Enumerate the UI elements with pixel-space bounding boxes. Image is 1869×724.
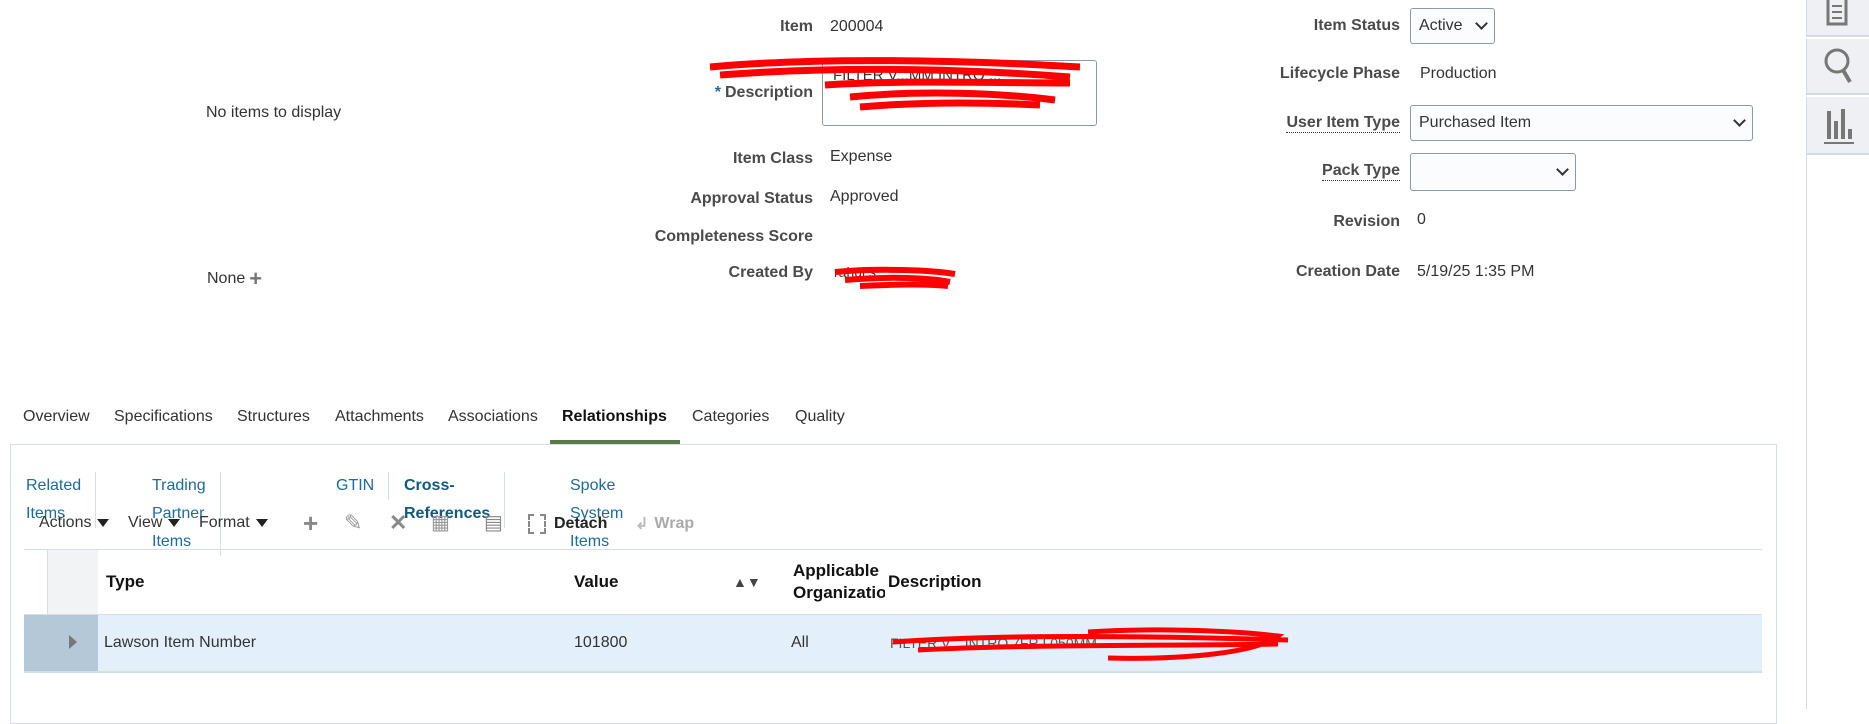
tab-specifications[interactable]: Specifications bbox=[114, 408, 213, 426]
none-label: None bbox=[207, 270, 246, 287]
format-menu[interactable]: Format bbox=[199, 514, 268, 532]
revision-value: 0 bbox=[1417, 211, 1426, 228]
dropdown-icon bbox=[97, 519, 110, 527]
add-icon[interactable]: + bbox=[249, 268, 262, 290]
creation-date-value: 5/19/25 1:35 PM bbox=[1417, 263, 1535, 280]
chart-icon[interactable] bbox=[1806, 97, 1869, 155]
column-header-type[interactable]: Type bbox=[98, 550, 566, 614]
actions-menu[interactable]: Actions bbox=[39, 514, 110, 532]
item-class-label: Item Class bbox=[732, 150, 813, 167]
edit-icon[interactable]: ✎ bbox=[344, 510, 362, 536]
dropdown-icon bbox=[255, 519, 268, 527]
column-header-value[interactable]: Value bbox=[566, 550, 726, 614]
tab-attachments[interactable]: Attachments bbox=[335, 408, 424, 426]
item-value: 200004 bbox=[830, 18, 884, 35]
cell-org: All bbox=[791, 634, 809, 651]
chevron-down-icon bbox=[1733, 114, 1746, 127]
no-items-text: No items to display bbox=[206, 104, 342, 121]
item-status-select[interactable]: Active bbox=[1410, 8, 1495, 44]
item-label: Item bbox=[780, 18, 813, 35]
detach-icon bbox=[528, 514, 546, 534]
column-header-applicable-organization[interactable]: ApplicableOrganization bbox=[785, 550, 885, 614]
add-icon[interactable]: + bbox=[303, 508, 318, 539]
user-item-type-label: User Item Type bbox=[1286, 114, 1400, 133]
user-item-type-select[interactable]: Purchased Item bbox=[1410, 105, 1753, 141]
pack-type-label: Pack Type bbox=[1322, 162, 1400, 181]
redaction-scribble bbox=[834, 266, 956, 289]
none-add: None + bbox=[207, 268, 262, 290]
sort-icon[interactable]: ▲▼ bbox=[733, 574, 761, 590]
dropdown-icon bbox=[168, 519, 181, 527]
tab-associations[interactable]: Associations bbox=[448, 408, 538, 426]
pack-type-select[interactable] bbox=[1410, 153, 1576, 191]
view-menu[interactable]: View bbox=[128, 514, 181, 532]
wrap-icon: ↲ bbox=[635, 516, 649, 533]
lifecycle-value: Production bbox=[1420, 65, 1497, 82]
expand-row-icon[interactable] bbox=[69, 635, 77, 649]
wrap-button[interactable]: ↲ Wrap bbox=[635, 514, 694, 534]
tab-structures[interactable]: Structures bbox=[237, 408, 310, 426]
delete-icon[interactable]: ✕ bbox=[389, 510, 407, 536]
redaction-scribble bbox=[709, 57, 1081, 111]
item-class-value: Expense bbox=[830, 148, 893, 165]
lifecycle-label: Lifecycle Phase bbox=[1279, 65, 1400, 82]
document-icon[interactable] bbox=[1806, 0, 1869, 37]
cell-type: Lawson Item Number bbox=[104, 634, 257, 651]
completeness-label: Completeness Score bbox=[654, 228, 813, 245]
tab-overview[interactable]: Overview bbox=[23, 408, 90, 426]
tab-relationships[interactable]: Relationships bbox=[562, 408, 667, 426]
tab-categories[interactable]: Categories bbox=[692, 408, 769, 426]
search-icon[interactable] bbox=[1806, 39, 1869, 95]
freeze-icon[interactable]: ▦ bbox=[431, 510, 450, 535]
tab-quality[interactable]: Quality bbox=[795, 408, 845, 426]
detach-button[interactable]: Detach bbox=[528, 514, 607, 534]
created-by-label: Created By bbox=[728, 264, 813, 281]
chevron-down-icon bbox=[1475, 17, 1488, 30]
redaction-scribble bbox=[892, 627, 1289, 661]
query-filter-icon[interactable]: ▤ bbox=[484, 510, 503, 535]
approval-status-value: Approved bbox=[830, 188, 899, 205]
approval-status-label: Approval Status bbox=[690, 190, 813, 207]
column-header-description[interactable]: Description bbox=[882, 550, 1762, 614]
chevron-down-icon bbox=[1556, 163, 1569, 176]
creation-date-label: Creation Date bbox=[1295, 263, 1400, 280]
cell-value: 101800 bbox=[574, 634, 628, 651]
item-status-label: Item Status bbox=[1313, 17, 1400, 34]
subtab-gtin[interactable]: GTIN bbox=[322, 472, 390, 500]
row-selector[interactable] bbox=[24, 615, 98, 671]
revision-label: Revision bbox=[1333, 213, 1400, 230]
